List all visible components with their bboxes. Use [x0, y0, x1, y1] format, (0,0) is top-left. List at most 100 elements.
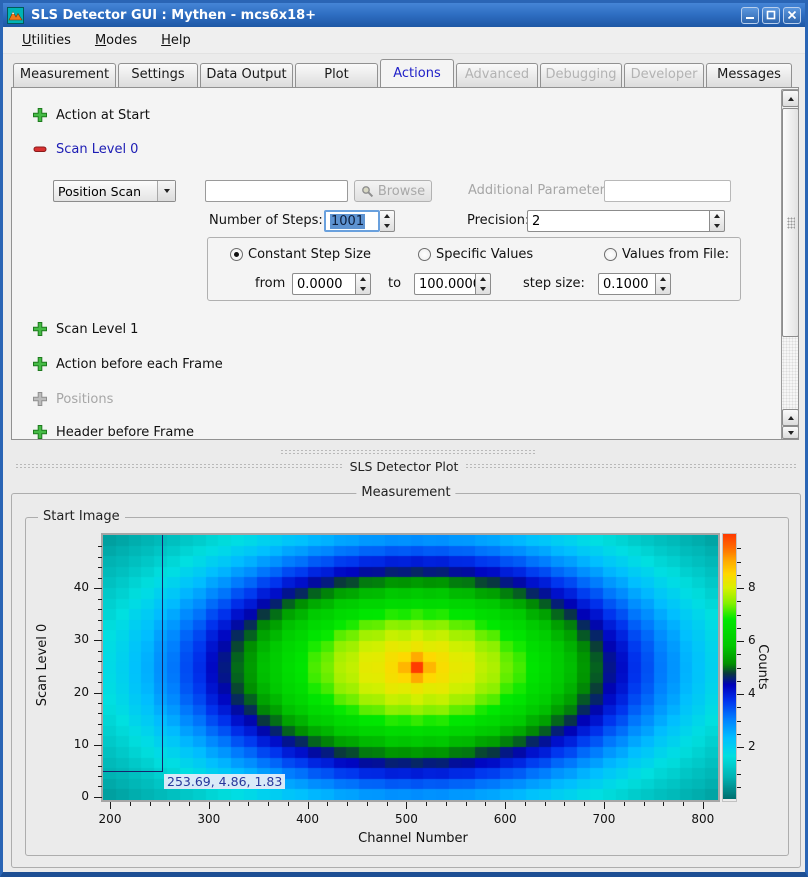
- to-value[interactable]: 100.0000: [414, 273, 476, 295]
- y-minor-tick: [98, 661, 102, 662]
- radio-specific-values[interactable]: [418, 248, 431, 261]
- magnifier-icon: [361, 185, 374, 198]
- y-minor-tick: [98, 766, 102, 767]
- action-before-frame-label[interactable]: Action before each Frame: [56, 357, 223, 372]
- radio-constant-step-size[interactable]: [230, 248, 243, 261]
- number-of-steps-value[interactable]: 1001: [330, 214, 365, 229]
- step-spin-down-button[interactable]: [656, 284, 670, 294]
- add-positions-icon: [32, 391, 48, 407]
- scroll-up-button-2[interactable]: [782, 409, 799, 426]
- step-size-spinbox[interactable]: 0.1000: [598, 273, 671, 295]
- radio-values-from-file[interactable]: [604, 248, 617, 261]
- step-spin-up-button[interactable]: [656, 274, 670, 284]
- x-major-tick: [308, 802, 309, 809]
- y-minor-tick: [98, 599, 102, 600]
- dock-handle-left[interactable]: [15, 463, 343, 470]
- to-spin-down-button[interactable]: [476, 284, 490, 294]
- zoom-selection-rect: [103, 535, 163, 772]
- steps-spin-down-button[interactable]: [380, 221, 394, 231]
- from-value[interactable]: 0.0000: [292, 273, 356, 295]
- y-tick-label: 0: [51, 789, 89, 803]
- number-of-steps-label: Number of Steps:: [209, 213, 320, 228]
- chevron-down-icon[interactable]: [157, 181, 175, 201]
- tab-debugging: Debugging: [540, 63, 622, 87]
- x-minor-tick: [564, 802, 565, 806]
- to-spinbox[interactable]: 100.0000: [414, 273, 491, 295]
- colorbar-minor-tick: [737, 628, 741, 629]
- add-action-before-frame-icon[interactable]: [32, 356, 48, 372]
- minimize-button[interactable]: [741, 7, 759, 24]
- number-of-steps-spinbox[interactable]: 1001: [324, 210, 395, 232]
- menu-modes[interactable]: Modes: [86, 30, 146, 51]
- actions-panel: Action at Start Scan Level 0 Position Sc…: [11, 87, 799, 440]
- y-minor-tick: [98, 557, 102, 558]
- scan-level-1-label[interactable]: Scan Level 1: [56, 322, 138, 337]
- x-minor-tick: [327, 802, 328, 806]
- tab-plot[interactable]: Plot: [295, 63, 378, 87]
- colorbar-minor-tick: [737, 615, 741, 616]
- colorbar-minor-tick: [737, 774, 741, 775]
- x-tick-label: 600: [485, 812, 525, 826]
- tab-data-output[interactable]: Data Output: [200, 63, 293, 87]
- plot-dock-title: SLS Detector Plot: [345, 459, 463, 474]
- x-minor-tick: [288, 802, 289, 806]
- y-minor-tick: [98, 630, 102, 631]
- tab-measurement[interactable]: Measurement: [13, 63, 116, 87]
- tab-settings[interactable]: Settings: [118, 63, 198, 87]
- y-minor-tick: [98, 651, 102, 652]
- scan-script-input[interactable]: [205, 180, 348, 202]
- x-tick-label: 500: [386, 812, 426, 826]
- to-label: to: [388, 276, 401, 291]
- colorbar-major-tick: [737, 588, 744, 589]
- action-at-start-label[interactable]: Action at Start: [56, 108, 150, 123]
- scroll-down-button[interactable]: [782, 426, 799, 439]
- step-mode-group: Constant Step Size Specific Values Value…: [207, 237, 741, 301]
- precision-value[interactable]: 2: [527, 210, 710, 232]
- from-spin-down-button[interactable]: [356, 284, 370, 294]
- vertical-scrollbar[interactable]: [781, 89, 799, 440]
- step-size-value[interactable]: 0.1000: [598, 273, 656, 295]
- from-spinbox[interactable]: 0.0000: [292, 273, 371, 295]
- specific-values-label[interactable]: Specific Values: [436, 247, 533, 262]
- colorbar-frame: [722, 533, 737, 802]
- app-logo-icon: [7, 7, 24, 24]
- add-scan-level-1-icon[interactable]: [32, 321, 48, 337]
- steps-spin-up-button[interactable]: [380, 211, 394, 221]
- precision-spin-up-button[interactable]: [710, 211, 724, 221]
- scan-level-0-label[interactable]: Scan Level 0: [56, 142, 138, 157]
- scrollbar-track[interactable]: [782, 337, 799, 409]
- scroll-up-button[interactable]: [782, 90, 799, 107]
- remove-scan-level-0-icon[interactable]: [32, 141, 48, 157]
- precision-spinbox[interactable]: 2: [527, 210, 725, 232]
- maximize-button[interactable]: [762, 7, 780, 24]
- scrollbar-thumb[interactable]: [782, 108, 799, 337]
- tab-messages[interactable]: Messages: [706, 63, 792, 87]
- tab-actions[interactable]: Actions: [380, 59, 454, 87]
- x-minor-tick: [466, 802, 467, 806]
- splitter-handle[interactable]: [280, 449, 536, 454]
- menu-help[interactable]: Help: [152, 30, 200, 51]
- precision-spin-down-button[interactable]: [710, 221, 724, 231]
- add-action-icon[interactable]: [32, 107, 48, 123]
- title-bar[interactable]: SLS Detector GUI : Mythen - mcs6x18+: [3, 3, 805, 27]
- values-from-file-label[interactable]: Values from File:: [622, 247, 729, 262]
- colorbar-major-tick: [737, 641, 744, 642]
- colorbar-minor-tick: [737, 654, 741, 655]
- additional-parameter-input: [604, 180, 731, 202]
- header-before-frame-label[interactable]: Header before Frame: [56, 425, 194, 440]
- colorbar-minor-tick: [737, 734, 741, 735]
- menu-utilities[interactable]: Utilities: [13, 30, 80, 51]
- from-spin-up-button[interactable]: [356, 274, 370, 284]
- heatmap-canvas[interactable]: [103, 535, 718, 800]
- y-minor-tick: [98, 755, 102, 756]
- y-minor-tick: [98, 578, 102, 579]
- x-minor-tick: [347, 802, 348, 806]
- add-header-before-frame-icon[interactable]: [32, 424, 48, 440]
- y-tick-label: 40: [51, 580, 89, 594]
- y-major-tick: [94, 588, 102, 589]
- close-button[interactable]: [783, 7, 801, 24]
- scan-mode-select[interactable]: Position Scan: [53, 180, 176, 202]
- dock-handle-right[interactable]: [465, 463, 797, 470]
- to-spin-up-button[interactable]: [476, 274, 490, 284]
- constant-step-size-label[interactable]: Constant Step Size: [248, 247, 371, 262]
